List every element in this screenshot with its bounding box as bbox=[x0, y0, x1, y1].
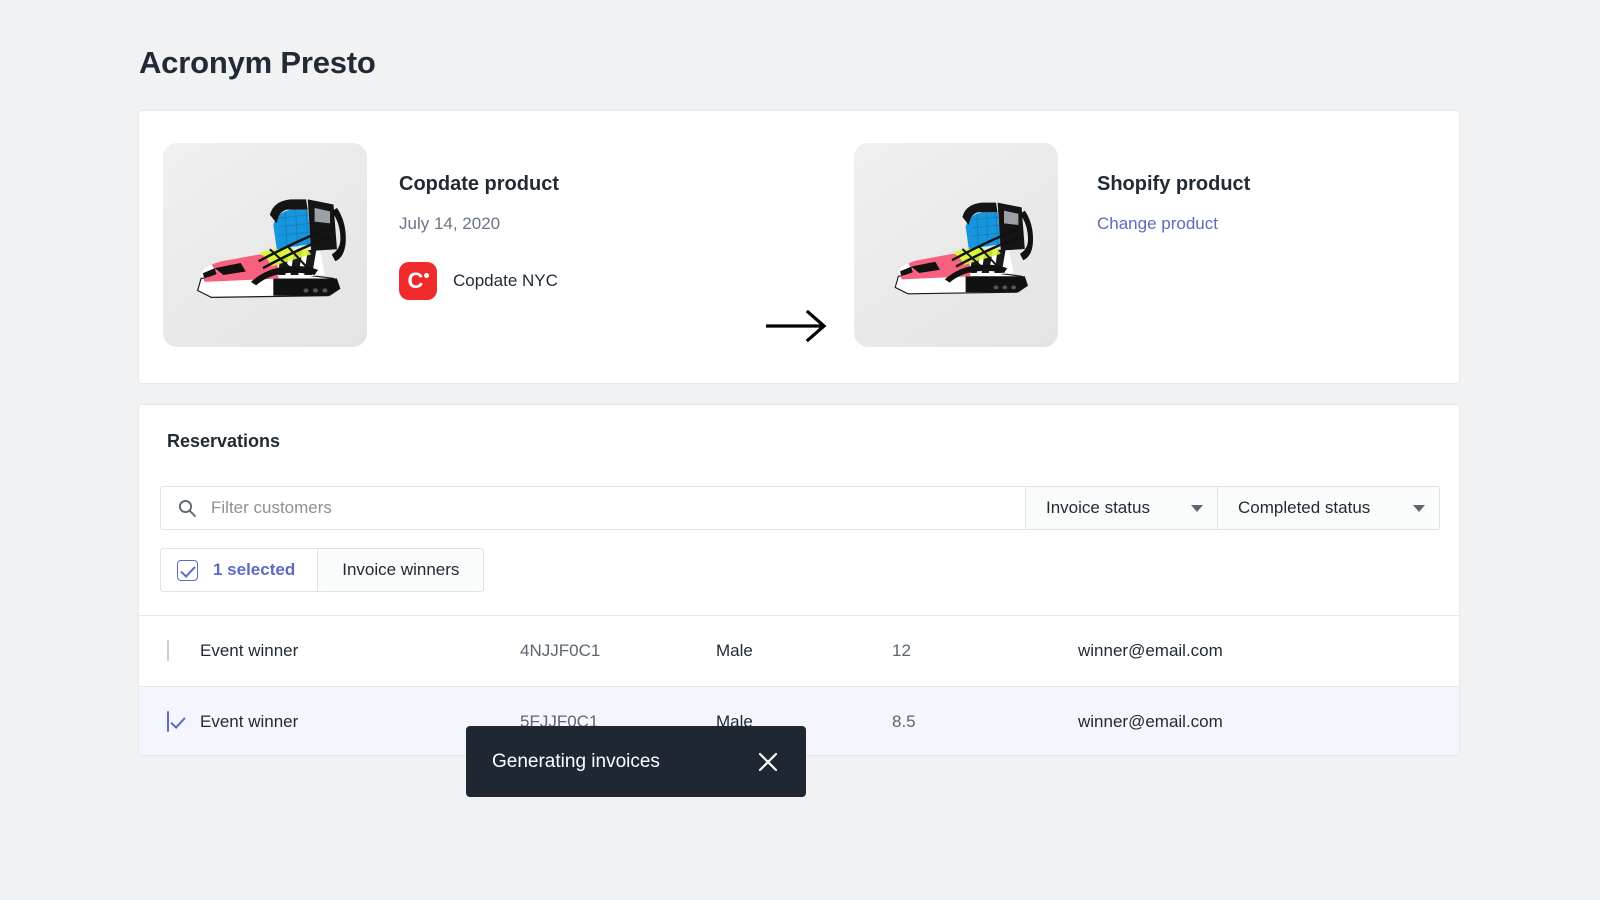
target-product-info: Shopify product Change product bbox=[1097, 173, 1250, 234]
row-gender: Male bbox=[716, 641, 753, 660]
row-checkbox-cell[interactable] bbox=[139, 711, 200, 732]
arrow-right-icon bbox=[764, 309, 834, 348]
invoice-status-filter[interactable]: Invoice status bbox=[1026, 486, 1218, 530]
brand-name: Copdate NYC bbox=[453, 271, 558, 290]
table-row[interactable]: Event winner 4NJJF0C1 Male 12 winner@ema… bbox=[139, 616, 1459, 686]
page-root: Acronym Presto Copdate product July 14, … bbox=[0, 0, 1600, 900]
search-icon bbox=[178, 499, 196, 517]
search-placeholder: Filter customers bbox=[211, 498, 332, 517]
toast-close-button[interactable] bbox=[756, 750, 780, 774]
row-code: 4NJJF0C1 bbox=[520, 641, 601, 660]
select-all-checkbox[interactable] bbox=[177, 559, 198, 581]
invoice-winners-button[interactable]: Invoice winners bbox=[318, 548, 485, 592]
nike-presto-sneaker-icon bbox=[894, 202, 1034, 295]
change-product-link[interactable]: Change product bbox=[1097, 214, 1250, 234]
invoice-status-label: Invoice status bbox=[1046, 498, 1150, 517]
completed-status-label: Completed status bbox=[1238, 498, 1371, 517]
copdate-logo-icon: C bbox=[399, 262, 437, 300]
toast-notification: Generating invoices bbox=[466, 726, 806, 797]
reservations-title: Reservations bbox=[167, 431, 281, 451]
product-mapping-card: Copdate product July 14, 2020 C Copdate … bbox=[138, 110, 1460, 384]
completed-status-filter[interactable]: Completed status bbox=[1218, 486, 1440, 530]
page-title: Acronym Presto bbox=[139, 45, 376, 80]
source-product-image bbox=[163, 143, 367, 347]
target-product-image bbox=[854, 143, 1058, 347]
row-checkbox-cell[interactable] bbox=[139, 640, 200, 661]
chevron-down-icon bbox=[1191, 504, 1203, 512]
row-size: 12 bbox=[892, 641, 911, 660]
copdate-logo-letter: C bbox=[407, 268, 424, 293]
row-email: winner@email.com bbox=[1078, 712, 1223, 731]
invoice-winners-label: Invoice winners bbox=[342, 560, 460, 579]
nike-presto-sneaker-icon bbox=[196, 199, 346, 298]
toast-message: Generating invoices bbox=[492, 750, 660, 772]
select-all-control[interactable]: 1 selected bbox=[160, 548, 319, 592]
close-icon bbox=[758, 752, 778, 771]
row-checkbox[interactable] bbox=[167, 640, 169, 661]
source-product-heading: Copdate product bbox=[399, 173, 559, 195]
search-input[interactable]: Filter customers bbox=[160, 486, 1026, 530]
chevron-down-icon bbox=[1413, 504, 1425, 512]
row-name: Event winner bbox=[200, 641, 299, 660]
selection-toolbar: 1 selected Invoice winners bbox=[160, 548, 485, 592]
selected-count-label: 1 selected bbox=[213, 560, 296, 579]
row-size: 8.5 bbox=[892, 712, 916, 731]
filter-row: Filter customers Invoice status Complete… bbox=[160, 486, 1440, 530]
reservations-card: Reservations Filter customers Invoice st… bbox=[138, 404, 1460, 756]
copdate-logo-dot bbox=[424, 273, 429, 278]
source-product-date: July 14, 2020 bbox=[399, 214, 501, 233]
brand-row: C Copdate NYC bbox=[399, 262, 559, 300]
row-email: winner@email.com bbox=[1078, 641, 1223, 660]
source-product-info: Copdate product July 14, 2020 C Copdate … bbox=[399, 173, 559, 300]
target-product-heading: Shopify product bbox=[1097, 173, 1251, 195]
row-checkbox[interactable] bbox=[167, 711, 169, 732]
